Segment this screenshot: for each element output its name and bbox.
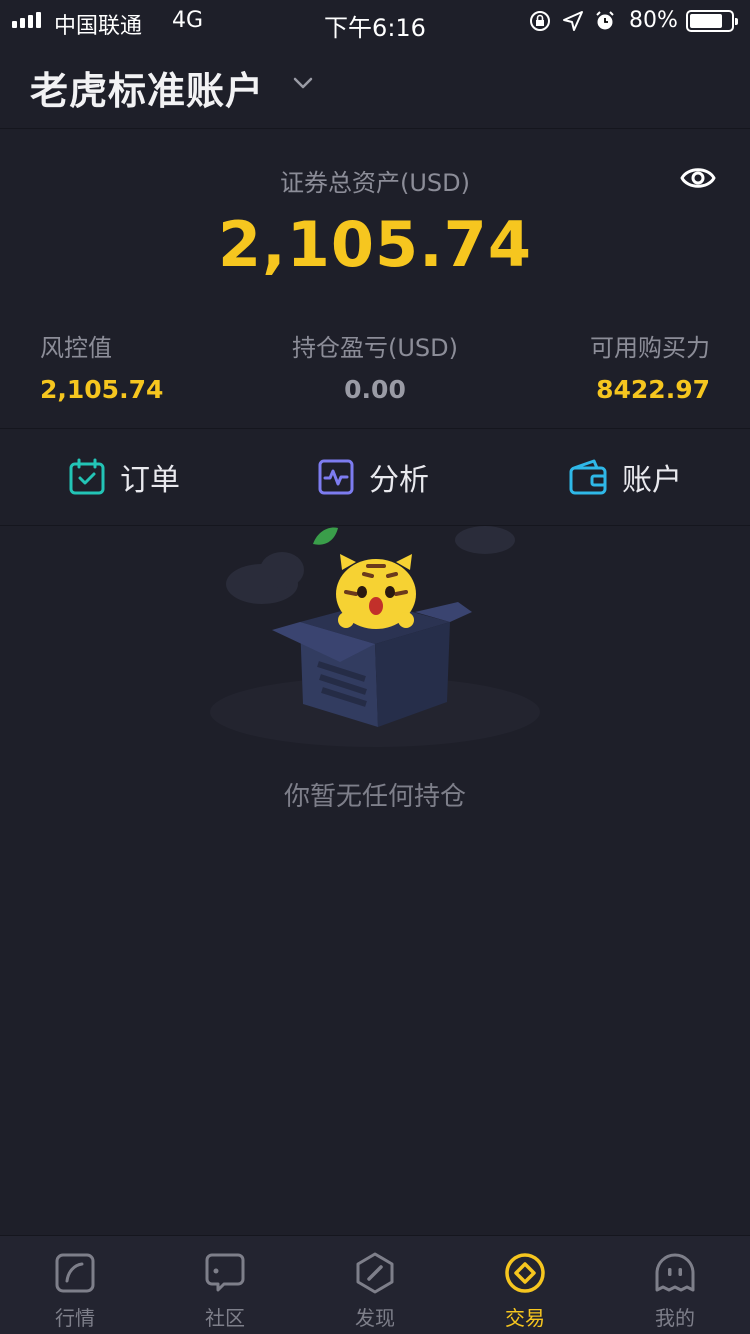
account-label: 账户 xyxy=(622,463,682,498)
total-assets-label: 证券总资产(USD) xyxy=(279,169,470,197)
total-assets-value: 2,105.74 xyxy=(218,208,532,281)
tab-label: 社区 xyxy=(205,1306,245,1330)
tab-label: 行情 xyxy=(55,1306,95,1330)
tab-profile[interactable]: 我的 xyxy=(600,1236,750,1334)
tab-market[interactable]: 行情 xyxy=(0,1236,150,1334)
stat-label: 风控值 xyxy=(40,334,112,362)
stat-label: 持仓盈亏(USD) xyxy=(291,334,458,362)
account-selector-title[interactable]: 老虎标准账户 xyxy=(30,60,264,115)
wallet-icon xyxy=(569,459,607,495)
orders-button[interactable]: 订单 xyxy=(68,429,180,525)
pulse-chart-icon xyxy=(318,459,354,495)
tab-label: 发现 xyxy=(355,1306,395,1330)
tab-label: 我的 xyxy=(655,1306,695,1330)
account-button[interactable]: 账户 xyxy=(568,429,682,525)
tab-discover[interactable]: 发现 xyxy=(300,1236,450,1334)
stat-position-pnl: 持仓盈亏(USD) 0.00 xyxy=(255,328,495,404)
stat-value: 8422.97 xyxy=(596,375,710,404)
action-row: 订单 分析 账户 xyxy=(0,429,750,525)
bottom-tab-bar: 行情 社区 发现 交易 我的 xyxy=(0,1235,750,1334)
market-icon xyxy=(55,1253,95,1293)
tab-community[interactable]: 社区 xyxy=(150,1236,300,1334)
orders-label: 订单 xyxy=(120,463,180,498)
battery-percent: 80% xyxy=(629,8,678,33)
tab-trade[interactable]: 交易 xyxy=(450,1236,600,1334)
compass-icon xyxy=(356,1252,394,1294)
tab-label: 交易 xyxy=(505,1306,545,1330)
stat-buying-power: 可用购买力 8422.97 xyxy=(470,328,710,404)
location-icon xyxy=(563,11,583,31)
stat-value: 0.00 xyxy=(344,375,406,404)
account-header: 老虎标准账户 xyxy=(0,40,750,129)
community-icon xyxy=(205,1253,245,1292)
battery-icon xyxy=(686,10,738,32)
eye-visibility-icon[interactable] xyxy=(680,162,716,194)
empty-box-tiger-illustration xyxy=(210,526,540,747)
calendar-check-icon xyxy=(69,458,105,495)
stat-risk-value: 风控值 2,105.74 xyxy=(40,328,280,404)
stat-value: 2,105.74 xyxy=(40,375,164,404)
rotation-lock-icon xyxy=(530,11,550,31)
profile-icon xyxy=(655,1253,695,1292)
chevron-down-icon[interactable] xyxy=(292,72,314,94)
trade-coin-icon xyxy=(505,1253,545,1293)
analysis-button[interactable]: 分析 xyxy=(317,429,429,525)
stat-label: 可用购买力 xyxy=(590,334,710,362)
analysis-label: 分析 xyxy=(369,463,429,498)
status-bar: 中国联通 4G 下午6:16 80% xyxy=(0,0,750,42)
empty-state-message: 你暂无任何持仓 xyxy=(283,782,466,812)
alarm-icon xyxy=(596,11,614,30)
